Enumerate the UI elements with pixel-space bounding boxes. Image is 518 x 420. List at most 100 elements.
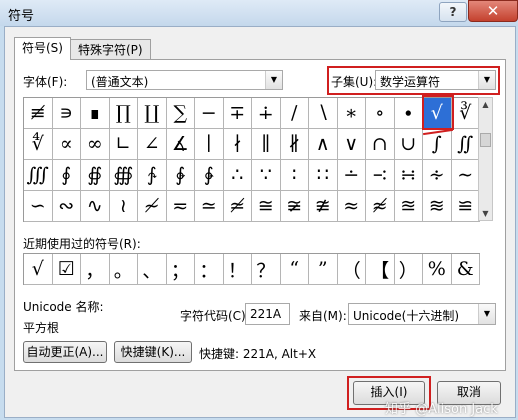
recent-symbol-cell[interactable]: ； xyxy=(166,254,195,285)
symbol-cell[interactable]: − xyxy=(195,98,224,129)
symbol-cell[interactable]: ∴ xyxy=(223,160,252,191)
symbol-cell[interactable]: ≉ xyxy=(366,191,395,222)
symbol-grid-scrollbar[interactable]: ▲ ▼ xyxy=(478,97,493,221)
recent-symbol-cell[interactable]: ！ xyxy=(223,254,252,285)
symbol-cell[interactable]: ∟ xyxy=(109,129,138,160)
recent-symbol-cell[interactable]: “ xyxy=(280,254,309,285)
scrollbar-thumb[interactable] xyxy=(480,133,491,147)
recent-symbol-cell[interactable]: & xyxy=(451,254,480,285)
symbol-cell[interactable]: ∑ xyxy=(166,98,195,129)
recent-symbol-cell[interactable]: % xyxy=(423,254,452,285)
symbol-cell[interactable]: ∡ xyxy=(166,129,195,160)
symbol-cell[interactable]: ∖ xyxy=(309,98,338,129)
recent-symbol-cell[interactable]: ， xyxy=(81,254,110,285)
symbol-cell[interactable]: ≢ xyxy=(24,98,53,129)
symbol-cell[interactable]: ∓ xyxy=(223,98,252,129)
symbol-cell[interactable]: ∠ xyxy=(138,129,167,160)
subset-label: 子集(U): xyxy=(331,75,378,89)
recent-symbol-cell[interactable]: （ xyxy=(337,254,366,285)
symbol-cell[interactable]: ≀ xyxy=(109,191,138,222)
symbol-cell[interactable]: ≂ xyxy=(166,191,195,222)
symbol-cell[interactable]: ∙ xyxy=(394,98,423,129)
subset-select[interactable]: 数学运算符 ▼ xyxy=(375,70,496,90)
symbol-cell[interactable]: ≁ xyxy=(138,191,167,222)
scroll-up-icon[interactable]: ▲ xyxy=(479,98,492,111)
symbol-cell[interactable]: ≌ xyxy=(451,191,480,222)
symbol-cell[interactable]: ∾ xyxy=(52,191,81,222)
symbol-cell[interactable]: ∞ xyxy=(81,129,110,160)
recent-symbol-cell[interactable]: 。 xyxy=(109,254,138,285)
recent-symbol-cell[interactable]: √ xyxy=(24,254,53,285)
symbol-cell[interactable]: ∰ xyxy=(109,160,138,191)
symbol-cell[interactable]: ∏ xyxy=(109,98,138,129)
chevron-down-icon[interactable]: ▼ xyxy=(478,71,495,89)
symbol-cell[interactable]: ≄ xyxy=(223,191,252,222)
symbol-cell[interactable]: ∛ xyxy=(451,98,480,129)
chevron-down-icon[interactable]: ▼ xyxy=(478,304,495,324)
symbol-cell[interactable]: ∤ xyxy=(223,129,252,160)
symbol-cell[interactable]: ∭ xyxy=(24,160,53,191)
symbol-cell[interactable]: ∷ xyxy=(309,160,338,191)
symbol-cell[interactable]: ∍ xyxy=(52,98,81,129)
symbol-cell[interactable]: ≃ xyxy=(195,191,224,222)
symbol-cell[interactable]: ∵ xyxy=(252,160,281,191)
symbol-cell[interactable]: ∧ xyxy=(309,129,338,160)
symbol-cell[interactable]: ∳ xyxy=(195,160,224,191)
autocorrect-button[interactable]: 自动更正(A)... xyxy=(23,341,107,363)
symbol-cell[interactable]: ≊ xyxy=(394,191,423,222)
symbol-cell[interactable]: ∣ xyxy=(195,129,224,160)
recent-symbol-cell[interactable]: ” xyxy=(309,254,338,285)
symbol-cell[interactable]: ∮ xyxy=(52,160,81,191)
symbol-cell[interactable]: ∻ xyxy=(423,160,452,191)
subset-select-value: 数学运算符 xyxy=(380,75,441,89)
shortcut-key-button[interactable]: 快捷键(K)... xyxy=(114,341,192,363)
recent-symbol-cell[interactable]: ☑ xyxy=(52,254,81,285)
close-button[interactable]: ✕ xyxy=(468,0,518,22)
symbol-cell[interactable]: ∥ xyxy=(252,129,281,160)
symbol-cell[interactable]: ∺ xyxy=(394,160,423,191)
symbol-cell[interactable]: ∹ xyxy=(366,160,395,191)
char-code-input[interactable]: 221A xyxy=(245,303,290,325)
symbol-cell[interactable]: ∩ xyxy=(366,129,395,160)
recent-symbol-cell[interactable]: 【 xyxy=(366,254,395,285)
recent-symbol-cell[interactable]: ？ xyxy=(252,254,281,285)
symbol-cell[interactable]: ∨ xyxy=(337,129,366,160)
symbol-cell[interactable]: ∔ xyxy=(252,98,281,129)
recent-symbol-cell[interactable]: 、 xyxy=(138,254,167,285)
help-button[interactable]: ? xyxy=(439,2,467,22)
symbol-cell[interactable]: ∶ xyxy=(280,160,309,191)
font-label: 字体(F): xyxy=(23,75,68,89)
symbol-cell[interactable]: ∝ xyxy=(52,129,81,160)
symbol-cell[interactable]: ∿ xyxy=(81,191,110,222)
symbol-cell[interactable]: ∕ xyxy=(280,98,309,129)
symbol-cell[interactable]: ∘ xyxy=(366,98,395,129)
recent-symbol-cell[interactable]: ） xyxy=(394,254,423,285)
symbol-cell[interactable]: ∯ xyxy=(81,160,110,191)
unicode-name-value: 平方根 xyxy=(23,321,60,335)
symbol-cell[interactable]: ∦ xyxy=(280,129,309,160)
symbol-cell[interactable]: ∸ xyxy=(337,160,366,191)
symbol-cell[interactable]: ∼ xyxy=(451,160,480,191)
chevron-down-icon[interactable]: ▼ xyxy=(265,71,282,89)
symbol-cell[interactable]: ∗ xyxy=(337,98,366,129)
symbol-cell[interactable]: ∎ xyxy=(81,98,110,129)
symbol-cell[interactable]: ∱ xyxy=(138,160,167,191)
symbol-cell[interactable]: ∐ xyxy=(138,98,167,129)
tab-symbols[interactable]: 符号(S) xyxy=(14,37,71,60)
from-select[interactable]: Unicode(十六进制) ▼ xyxy=(348,303,496,325)
symbol-cell[interactable]: ≈ xyxy=(337,191,366,222)
symbol-cell[interactable]: ≅ xyxy=(252,191,281,222)
tab-special-characters[interactable]: 特殊字符(P) xyxy=(70,39,151,60)
symbol-cell[interactable]: ≆ xyxy=(280,191,309,222)
unicode-name-label: Unicode 名称: xyxy=(23,300,104,314)
symbol-cell[interactable]: ∜ xyxy=(24,129,53,160)
symbol-cell[interactable]: ∪ xyxy=(394,129,423,160)
scroll-down-icon[interactable]: ▼ xyxy=(479,207,492,220)
recent-symbol-cell[interactable]: ： xyxy=(195,254,224,285)
symbol-cell[interactable]: ≋ xyxy=(423,191,452,222)
font-select[interactable]: (普通文本) ▼ xyxy=(86,70,283,90)
symbol-cell[interactable]: ∬ xyxy=(451,129,480,160)
symbol-cell[interactable]: ∲ xyxy=(166,160,195,191)
symbol-cell[interactable]: ∽ xyxy=(24,191,53,222)
symbol-cell[interactable]: ≇ xyxy=(309,191,338,222)
